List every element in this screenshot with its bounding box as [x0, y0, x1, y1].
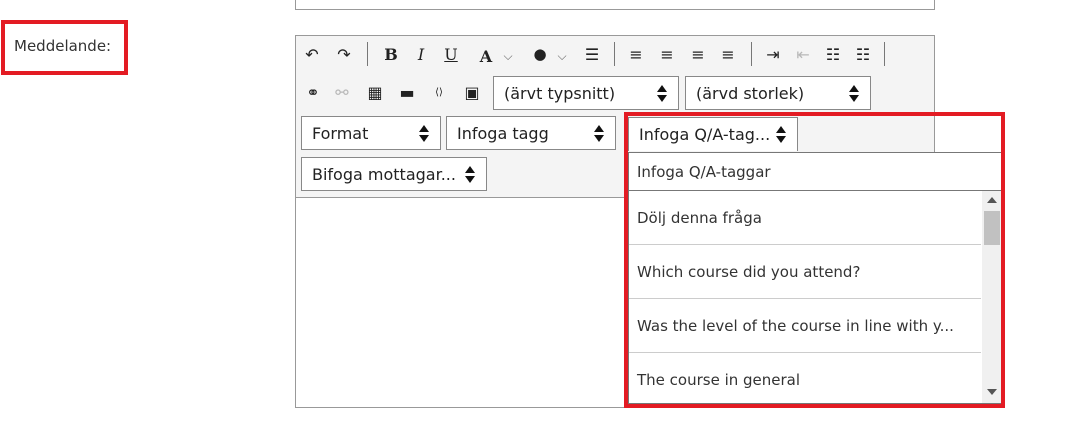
bulleted-list-icon[interactable]: ☷	[851, 42, 875, 66]
select-arrows-icon	[589, 117, 609, 149]
outdent-icon[interactable]: ⇤	[791, 42, 815, 66]
dropdown-highlight-box	[624, 112, 1005, 408]
font-family-select[interactable]: (ärvt typsnitt)	[493, 76, 679, 110]
attach-recipient-select[interactable]: Bifoga mottagar...	[301, 157, 487, 191]
insert-tag-value: Infoga tagg	[457, 123, 549, 143]
unlink-icon[interactable]: ⚯	[330, 80, 354, 104]
align-left-icon[interactable]: ≡	[624, 42, 648, 66]
font-size-value: (ärvd storlek)	[696, 83, 805, 103]
table-icon[interactable]: ▦	[363, 80, 387, 104]
previous-field[interactable]	[295, 0, 935, 10]
select-arrows-icon	[652, 77, 672, 109]
format-value: Format	[312, 123, 369, 143]
select-arrows-icon	[844, 77, 864, 109]
select-arrows-icon	[414, 117, 434, 149]
indent-icon[interactable]: ⇥	[761, 42, 785, 66]
clear-formatting-icon[interactable]: ☰	[580, 42, 604, 66]
message-label: Meddelande:	[14, 37, 112, 55]
numbered-list-icon[interactable]: ☷	[821, 42, 845, 66]
toolbar-separator	[751, 42, 752, 66]
select-arrows-icon	[460, 158, 480, 190]
attach-recipient-value: Bifoga mottagar...	[312, 164, 456, 184]
background-color-icon[interactable]: ●	[528, 42, 552, 66]
source-code-icon[interactable]: ⟨⟩	[427, 80, 451, 104]
image-icon[interactable]: ▣	[460, 80, 484, 104]
italic-icon[interactable]: I	[409, 42, 433, 66]
font-color-icon[interactable]: A	[474, 44, 498, 68]
align-right-icon[interactable]: ≡	[686, 42, 710, 66]
toolbar-separator	[614, 42, 615, 66]
align-justify-icon[interactable]: ≡	[716, 42, 740, 66]
undo-icon[interactable]: ↶	[300, 42, 324, 66]
format-select[interactable]: Format	[301, 116, 441, 150]
insert-tag-select[interactable]: Infoga tagg	[446, 116, 616, 150]
underline-icon[interactable]: U	[439, 42, 463, 66]
font-size-select[interactable]: (ärvd storlek)	[685, 76, 871, 110]
toolbar-separator	[884, 42, 885, 66]
font-family-value: (ärvt typsnitt)	[504, 83, 616, 103]
chevron-down-icon[interactable]: ⌵	[550, 44, 574, 68]
toolbar-separator	[367, 42, 368, 66]
chevron-down-icon[interactable]: ⌵	[496, 44, 520, 68]
align-center-icon[interactable]: ≡	[655, 42, 679, 66]
horizontal-rule-icon[interactable]: ▬	[395, 80, 419, 104]
link-icon[interactable]: ⚭	[301, 80, 325, 104]
redo-icon[interactable]: ↷	[332, 42, 356, 66]
bold-icon[interactable]: B	[379, 42, 403, 66]
